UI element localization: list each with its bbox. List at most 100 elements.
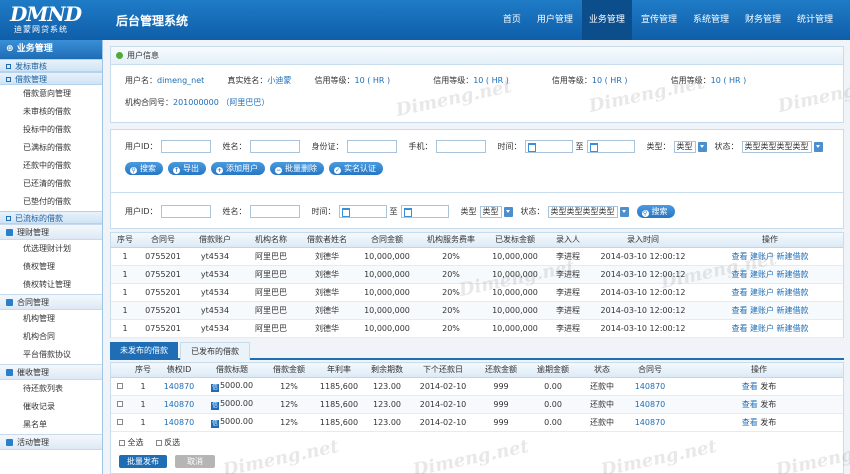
nav-home[interactable]: 首页 xyxy=(496,0,528,40)
create-account-link[interactable]: 建账户 xyxy=(750,252,774,261)
logo[interactable]: DMND 迪蒙网贷系统 xyxy=(10,3,100,37)
new-loan-link[interactable]: 新建借款 xyxy=(777,306,809,315)
sidebar-group-audit[interactable]: 发标审核 xyxy=(0,59,102,72)
nav-system[interactable]: 系统管理 xyxy=(686,0,736,40)
sidebar-item-claims[interactable]: 债权管理 xyxy=(0,258,102,276)
cell-value: 0.00 xyxy=(544,417,562,427)
claim-id-link[interactable]: 140870 xyxy=(164,418,195,427)
row-checkbox[interactable] xyxy=(117,419,123,425)
userid-input[interactable] xyxy=(160,140,211,153)
chevron-down-icon[interactable] xyxy=(619,206,629,217)
add-user-button[interactable]: + 添加用户 xyxy=(211,162,265,175)
select-all-checkbox[interactable] xyxy=(119,439,125,446)
chevron-down-icon[interactable] xyxy=(813,141,823,152)
sidebar-item-pending[interactable]: 待还款列表 xyxy=(0,380,102,398)
phone-input[interactable] xyxy=(435,140,486,153)
publish-link[interactable]: 发布 xyxy=(760,400,776,409)
end-date-input[interactable] xyxy=(400,205,449,218)
nav-business[interactable]: 业务管理 xyxy=(581,0,632,40)
search-button[interactable]: ⚲ 搜索 xyxy=(636,205,675,218)
sidebar-section-collection[interactable]: 催收管理 xyxy=(0,364,102,380)
publish-link[interactable]: 发布 xyxy=(760,418,776,427)
view-link[interactable]: 查看 xyxy=(731,306,747,315)
sidebar-item-loan-intent[interactable]: 借款意向管理 xyxy=(0,85,102,103)
claim-id-link[interactable]: 140870 xyxy=(635,418,666,427)
nav-users[interactable]: 用户管理 xyxy=(530,0,580,40)
cancel-button[interactable]: 取消 xyxy=(175,455,215,468)
verify-button[interactable]: ✓ 实名认证 xyxy=(329,162,383,175)
create-account-link[interactable]: 建账户 xyxy=(750,270,774,279)
view-link[interactable]: 查看 xyxy=(731,270,747,279)
new-loan-link[interactable]: 新建借款 xyxy=(777,270,809,279)
claim-id-link[interactable]: 140870 xyxy=(635,382,666,391)
name-input[interactable] xyxy=(249,140,300,153)
sidebar-item-plan[interactable]: 优选理财计划 xyxy=(0,240,102,258)
invert-checkbox[interactable] xyxy=(155,439,162,446)
row-checkbox[interactable] xyxy=(117,401,123,407)
sidebar-section-contract[interactable]: 合同管理 xyxy=(0,294,102,310)
create-account-link[interactable]: 建账户 xyxy=(750,306,774,315)
start-date-input[interactable] xyxy=(338,205,387,218)
nav-promo[interactable]: 宣传管理 xyxy=(634,0,684,40)
sidebar-item-transfer[interactable]: 债权转让管理 xyxy=(0,276,102,294)
table-cell: 123.00 xyxy=(363,413,411,432)
batch-delete-button[interactable]: − 批量删除 xyxy=(270,162,324,175)
sidebar-item-agreement[interactable]: 平台借款协议 xyxy=(0,346,102,364)
batch-publish-button[interactable]: 批量发布 xyxy=(119,455,167,468)
panel-title: 用户信息 xyxy=(127,51,159,60)
view-link[interactable]: 查看 xyxy=(742,400,758,409)
start-date-input[interactable] xyxy=(524,140,573,153)
sidebar-item-records[interactable]: 催收记录 xyxy=(0,398,102,416)
sidebar-item-advanced[interactable]: 已垫付的借款 xyxy=(0,193,102,211)
create-account-link[interactable]: 建账户 xyxy=(750,324,774,333)
sidebar-item-paid[interactable]: 已还清的借款 xyxy=(0,175,102,193)
view-link[interactable]: 查看 xyxy=(731,288,747,297)
sidebar-item-org-contract[interactable]: 机构合同 xyxy=(0,328,102,346)
cell-value: 1185,600 xyxy=(319,417,359,427)
nav-stats[interactable]: 统计管理 xyxy=(790,0,840,40)
chevron-down-icon[interactable] xyxy=(697,141,707,152)
userid-input[interactable] xyxy=(160,205,211,218)
new-loan-link[interactable]: 新建借款 xyxy=(777,324,809,333)
create-account-link[interactable]: 建账户 xyxy=(750,288,774,297)
search-button[interactable]: ⚲ 搜索 xyxy=(125,162,163,175)
tab-unpublished[interactable]: 未发布的借款 xyxy=(110,342,178,360)
sidebar-item-full[interactable]: 已满标的借款 xyxy=(0,139,102,157)
type-select[interactable]: 类型 xyxy=(673,140,696,153)
sidebar-item-unaudited[interactable]: 未审核的借款 xyxy=(0,103,102,121)
idcard-label: 身份证： xyxy=(311,142,344,151)
claim-id-link[interactable]: 140870 xyxy=(164,400,195,409)
sidebar-group-loans[interactable]: 借款管理 xyxy=(0,72,102,85)
tab-published[interactable]: 已发布的借款 xyxy=(180,342,250,360)
type-select[interactable]: 类型 xyxy=(479,205,502,218)
nav-finance[interactable]: 财务管理 xyxy=(738,0,788,40)
view-link[interactable]: 查看 xyxy=(742,382,758,391)
new-loan-link[interactable]: 新建借款 xyxy=(777,252,809,261)
sidebar-item-blacklist[interactable]: 黑名单 xyxy=(0,416,102,434)
view-link[interactable]: 查看 xyxy=(742,418,758,427)
sidebar-item-org[interactable]: 机构管理 xyxy=(0,310,102,328)
sidebar-section-activity[interactable]: 活动管理 xyxy=(0,434,102,450)
chevron-down-icon[interactable] xyxy=(503,206,513,217)
publish-link[interactable]: 发布 xyxy=(760,382,776,391)
export-button[interactable]: ↑ 导出 xyxy=(168,162,206,175)
table-row: 1 140870 信 5000.00 12% 1185,600 123.00 2014-02-… xyxy=(111,395,843,414)
view-link[interactable]: 查看 xyxy=(731,252,747,261)
table-cell: 1185,600 xyxy=(315,395,363,414)
sidebar-section-wealth[interactable]: 理财管理 xyxy=(0,224,102,240)
status-select[interactable]: 类型类型类型类型 xyxy=(741,140,812,153)
sidebar-group-failed[interactable]: 已流标的借款 xyxy=(0,211,102,224)
end-date-input[interactable] xyxy=(586,140,635,153)
sidebar-item-repaying[interactable]: 还款中的借款 xyxy=(0,157,102,175)
name-input[interactable] xyxy=(249,205,300,218)
row-checkbox[interactable] xyxy=(117,383,123,389)
view-link[interactable]: 查看 xyxy=(731,324,747,333)
contract-value[interactable]: 201000000 （阿里巴巴） xyxy=(173,98,269,107)
claim-id-link[interactable]: 140870 xyxy=(164,382,195,391)
idcard-input[interactable] xyxy=(346,140,397,153)
status-select[interactable]: 类型类型类型类型 xyxy=(547,205,618,218)
claim-id-link[interactable]: 140870 xyxy=(635,400,666,409)
new-loan-link[interactable]: 新建借款 xyxy=(777,288,809,297)
sidebar-item-bidding[interactable]: 投标中的借款 xyxy=(0,121,102,139)
sidebar-section-label: 活动管理 xyxy=(17,438,49,447)
